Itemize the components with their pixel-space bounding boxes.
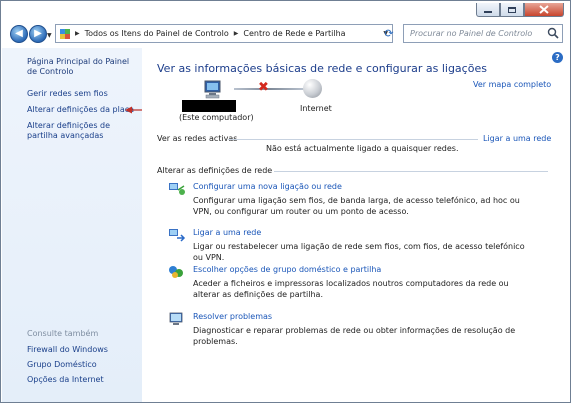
windows-firewall-link[interactable]: Firewall do Windows (27, 345, 108, 355)
connect-network-desc: Ligar ou restabelecer uma ligação de red… (193, 242, 525, 262)
search-input[interactable]: Procurar no Painel de Controlo (403, 24, 563, 43)
change-settings-divider (274, 171, 548, 172)
window-controls (476, 3, 564, 17)
change-adapter-settings-link[interactable]: Alterar definições da placa (27, 105, 134, 115)
breadcrumb-separator-icon[interactable]: ▶ (75, 30, 80, 37)
this-computer-label: (Este computador) (179, 113, 254, 122)
active-networks-label: Ver as redes activas (157, 134, 238, 143)
left-navigation-pane: Página Principal do Painel de Controlo G… (2, 48, 142, 402)
breadcrumb-separator-icon[interactable]: ▶ (234, 30, 239, 37)
connect-to-network-link[interactable]: Ligar a uma rede (483, 134, 551, 143)
minimize-button[interactable] (476, 3, 500, 17)
forward-button[interactable]: ▶ (29, 25, 47, 43)
disconnected-x-icon: ✖ (258, 80, 269, 95)
maximize-button[interactable] (500, 3, 524, 17)
manage-wireless-networks-link[interactable]: Gerir redes sem fios (27, 89, 108, 99)
back-arrow-icon: ◀ (15, 28, 23, 39)
troubleshoot-link[interactable]: Resolver problemas (193, 312, 272, 321)
computer-icon[interactable] (202, 80, 224, 100)
view-full-map-link[interactable]: Ver mapa completo (473, 80, 551, 89)
address-row: ◀ ▶ ▼ ▶ Todos os Itens do Painel de Cont… (1, 21, 570, 47)
internet-globe-icon[interactable] (303, 79, 322, 98)
internet-options-link[interactable]: Opções da Internet (27, 375, 104, 385)
setup-connection-desc: Configurar uma ligação sem fios, de band… (193, 196, 520, 216)
troubleshoot-icon (169, 312, 183, 325)
close-button[interactable] (524, 3, 564, 17)
connect-network-link[interactable]: Ligar a uma rede (193, 228, 261, 237)
advanced-sharing-settings-link[interactable]: Alterar definições de partilha avançadas (27, 121, 139, 141)
control-panel-home-link[interactable]: Página Principal do Painel de Controlo (27, 57, 137, 77)
refresh-icon: ⟳ (384, 27, 394, 40)
connect-network-icon (169, 229, 186, 242)
troubleshoot-desc: Diagnosticar e reparar problemas de rede… (193, 326, 516, 346)
back-button[interactable]: ◀ (10, 25, 28, 43)
search-placeholder: Procurar no Painel de Controlo (410, 29, 533, 38)
breadcrumb-control-panel[interactable]: Todos os Itens do Painel de Controlo (85, 29, 229, 38)
redacted-computer-name (182, 100, 236, 112)
close-icon (539, 5, 549, 14)
connection-line (234, 88, 304, 90)
change-settings-label: Alterar as definições de rede (157, 166, 273, 175)
minimize-icon (484, 10, 492, 13)
connection-status: Não está actualmente ligado a quaisquer … (266, 144, 459, 153)
see-also-header: Consulte também (27, 329, 99, 338)
task-homegroup-sharing: Escolher opções de grupo doméstico e par… (168, 265, 548, 301)
recent-pages-dropdown-icon[interactable]: ▼ (47, 32, 52, 39)
forward-arrow-icon: ▶ (34, 28, 42, 39)
maximize-icon (508, 6, 516, 13)
internet-label: Internet (300, 104, 332, 113)
breadcrumb-network-center[interactable]: Centro de Rede e Partilha (243, 29, 345, 38)
refresh-button[interactable]: ⟳ (382, 25, 396, 42)
homegroup-sharing-desc: Aceder a ficheiros e impressoras localiz… (193, 279, 509, 299)
search-icon[interactable] (547, 27, 559, 39)
main-content: ? Ver as informações básicas de rede e c… (142, 48, 570, 402)
help-icon[interactable]: ? (552, 52, 563, 63)
task-connect-network: Ligar a uma rede Ligar ou restabelecer u… (168, 228, 548, 262)
address-bar[interactable]: ▶ Todos os Itens do Painel de Controlo ▶… (55, 24, 393, 43)
task-troubleshoot: Resolver problemas Diagnosticar e repara… (168, 312, 548, 346)
homegroup-icon (169, 266, 183, 278)
homegroup-sharing-link[interactable]: Escolher opções de grupo doméstico e par… (193, 265, 381, 274)
task-setup-connection: Configurar uma nova ligação ou rede Conf… (168, 182, 548, 218)
control-panel-icon (60, 28, 70, 39)
setup-connection-link[interactable]: Configurar uma nova ligação ou rede (193, 182, 342, 191)
page-title: Ver as informações básicas de rede e con… (157, 62, 487, 75)
setup-connection-icon (169, 183, 185, 195)
network-sharing-center-window: ◀ ▶ ▼ ▶ Todos os Itens do Painel de Cont… (0, 0, 571, 403)
active-networks-divider (228, 139, 478, 140)
homegroup-link[interactable]: Grupo Doméstico (27, 360, 97, 370)
network-map: (Este computador) ✖ Internet (179, 78, 342, 128)
